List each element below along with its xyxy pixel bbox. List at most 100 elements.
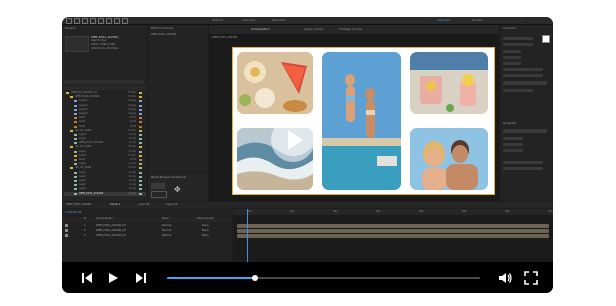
select-tool-icon[interactable] [74, 18, 80, 24]
label-color-swatch[interactable] [139, 175, 142, 178]
indent-left-field[interactable] [503, 137, 523, 140]
media-thumb[interactable] [151, 183, 165, 189]
col-mode: Mode [162, 217, 169, 220]
label-color-swatch[interactable] [139, 121, 142, 124]
comp-icon [74, 179, 77, 182]
eye-icon[interactable] [65, 224, 68, 227]
label-color-swatch[interactable] [139, 167, 142, 170]
timeline-tab-2[interactable]: Comp 1 [110, 203, 120, 207]
font-size-field[interactable] [503, 50, 521, 53]
eye-icon[interactable] [65, 234, 68, 237]
media-browser-tab[interactable]: Media Browser Content-Aw [151, 176, 186, 180]
label-color-swatch[interactable] [139, 129, 142, 132]
pen-tool-icon[interactable] [114, 18, 120, 24]
home-icon[interactable] [66, 18, 72, 24]
project-tab[interactable]: Project [65, 26, 75, 30]
label-color-swatch[interactable] [139, 179, 142, 182]
ligatures-checkbox[interactable] [503, 89, 533, 92]
layer-row-3[interactable]: 3 WEB_Edit4_202406_02 Normal None [62, 233, 232, 238]
indent-first-field[interactable] [503, 143, 523, 146]
fullscreen-icon[interactable] [524, 271, 538, 285]
label-color-swatch[interactable] [139, 142, 142, 145]
timeline-timecode[interactable]: 0:00:00:01 [65, 210, 81, 214]
workspace-essential[interactable]: Essential [272, 17, 285, 24]
workspace-learning[interactable]: Learning [242, 17, 255, 24]
timeline-tab-3[interactable]: Layer 02 [138, 203, 149, 207]
timeline-tab-1[interactable]: WEB_Edit4_202406 [66, 203, 91, 207]
kerning-field[interactable] [503, 56, 521, 59]
workspace-default[interactable]: Default [212, 17, 223, 24]
hand-tool-icon[interactable] [82, 18, 88, 24]
baseline-field[interactable] [503, 74, 543, 77]
text-tool-icon[interactable] [122, 18, 128, 24]
progress-bar[interactable] [167, 275, 480, 281]
label-color-swatch[interactable] [139, 125, 142, 128]
comp-icon [74, 192, 77, 195]
label-color-swatch[interactable] [139, 112, 142, 115]
tab-layer[interactable]: Layer (none) [304, 27, 323, 31]
stroke-field[interactable] [503, 62, 521, 65]
playhead[interactable] [247, 209, 248, 265]
skip-forward-icon[interactable] [134, 271, 148, 285]
font-style-select[interactable] [503, 43, 533, 46]
layer-parent[interactable]: None [202, 233, 209, 238]
timeline-tab-4[interactable]: Layer 03 [166, 203, 177, 207]
rotate-tool-icon[interactable] [98, 18, 104, 24]
media-option[interactable] [151, 191, 167, 198]
label-color-swatch[interactable] [139, 192, 142, 195]
composition-canvas[interactable] [232, 47, 495, 195]
tab-footage[interactable]: Footage (none) [339, 27, 362, 31]
paragraph-panel-title[interactable]: Paragraph [503, 122, 516, 126]
fill-color-swatch[interactable] [542, 35, 550, 43]
play-icon[interactable] [106, 271, 120, 285]
label-color-swatch[interactable] [139, 150, 142, 153]
video-play-overlay[interactable] [271, 118, 315, 162]
text-style-buttons[interactable] [503, 81, 547, 85]
move-icon[interactable]: ✥ [174, 186, 181, 194]
space-before-field[interactable] [503, 149, 523, 152]
time-ruler[interactable]: 00s 01s 02s 03s 04s 05s 06s 07s [233, 209, 553, 215]
timeline-tracks[interactable]: 00s 01s 02s 03s 04s 05s 06s 07s [233, 209, 553, 265]
hyphenation-field[interactable] [503, 161, 543, 164]
layer-bar-1[interactable] [237, 224, 549, 228]
workspace-review[interactable]: Review [472, 17, 483, 24]
label-color-swatch[interactable] [139, 171, 142, 174]
label-color-swatch[interactable] [139, 154, 142, 157]
layer-bar-2[interactable] [237, 229, 549, 233]
search-help[interactable]: ⌕ [522, 17, 524, 24]
composer-select[interactable] [503, 167, 543, 170]
effect-controls-tab[interactable]: Effect Controls [151, 26, 173, 30]
workspace-libraries[interactable]: Libraries [437, 17, 450, 24]
volume-icon[interactable] [498, 271, 512, 285]
tab-composition[interactable]: Composition [251, 27, 270, 31]
align-buttons[interactable] [503, 129, 547, 133]
label-color-swatch[interactable] [139, 188, 142, 191]
character-panel-title[interactable]: Character [503, 27, 516, 31]
layer-bar-3[interactable] [237, 234, 549, 238]
progress-handle[interactable] [251, 275, 258, 281]
label-color-swatch[interactable] [139, 146, 142, 149]
zoom-tool-icon[interactable] [90, 18, 96, 24]
font-family-select[interactable] [503, 37, 533, 40]
label-color-swatch[interactable] [139, 138, 142, 141]
project-search-input[interactable] [64, 80, 144, 84]
label-color-swatch[interactable] [139, 159, 142, 161]
composition-tabs: Composition Layer (none) Footage (none) [209, 25, 499, 34]
label-color-swatch[interactable] [139, 117, 142, 120]
scale-field[interactable] [503, 68, 543, 71]
label-color-swatch[interactable] [139, 92, 142, 94]
label-color-swatch[interactable] [139, 133, 142, 136]
skip-back-icon[interactable] [80, 271, 94, 285]
label-color-swatch[interactable] [139, 108, 142, 111]
label-color-swatch[interactable] [139, 100, 142, 103]
label-color-swatch[interactable] [139, 104, 142, 107]
camera-tool-icon[interactable] [106, 18, 112, 24]
eye-icon[interactable] [65, 229, 68, 232]
label-color-swatch[interactable] [139, 163, 142, 166]
comp-breadcrumb[interactable]: WEB_Edit4_202406 [212, 36, 237, 40]
label-color-swatch[interactable] [139, 96, 142, 99]
layer-mode[interactable]: Normal [162, 233, 171, 238]
timeline-tabs: WEB_Edit4_202406 Comp 1 Layer 02 Layer 0… [62, 202, 553, 208]
label-color-swatch[interactable] [139, 184, 142, 187]
folder-icon [70, 146, 73, 149]
